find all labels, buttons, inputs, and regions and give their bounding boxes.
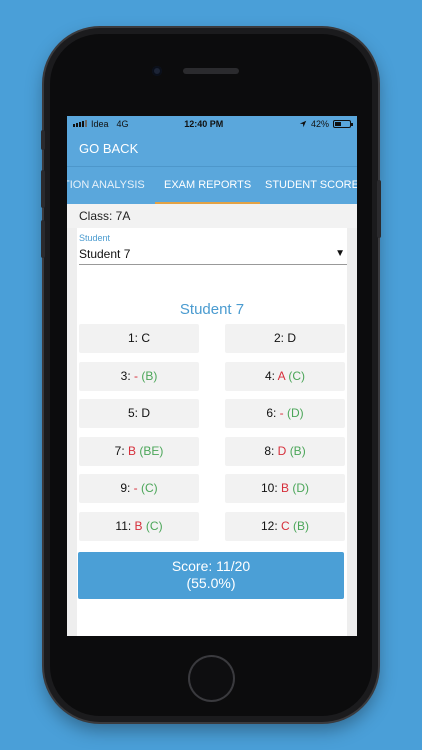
given-answer: C [281,518,290,533]
score-value: Score: 11/20 [171,558,251,574]
student-field-label: Student [79,233,111,243]
answer-item: 3: - (B) [79,361,199,391]
home-button[interactable] [188,655,235,702]
score-percent: (55.0%) [186,575,236,591]
given-answer: - [133,481,138,495]
given-answer: - [279,406,284,420]
tab-exam-reports[interactable]: EXAM REPORTS [155,167,261,204]
question-number: 5: [127,406,138,420]
answer-item: 7: B (BE) [79,436,199,466]
dropdown-triangle-icon: ▼ [335,248,345,259]
question-number: 11: [115,518,132,533]
answer-item: 8: D (B) [225,436,345,466]
go-back-button[interactable]: GO BACK [79,141,138,156]
front-camera-icon [152,66,162,76]
signal-icon [73,120,87,127]
given-answer: A [277,368,285,383]
student-select[interactable]: Student 7 ▼ [79,243,347,265]
given-answer: B [134,518,143,533]
correct-answer: (D) [287,406,304,420]
report-content: Class: 7A Student Student 7 ▼ Student 7 … [67,204,357,636]
question-number: 7: [114,443,125,458]
correct-answer: (B) [289,443,306,458]
question-number: 2: [273,331,284,345]
given-answer: C [141,331,151,345]
tab-student-scores[interactable]: STUDENT SCORES [265,167,357,204]
correct-answer: (C) [141,481,158,495]
given-answer: D [287,331,297,345]
answer-item: 1: C [79,324,199,353]
question-number: 8: [264,443,275,458]
given-answer: D [277,443,287,458]
answer-item: 4: A (C) [225,361,345,391]
correct-answer: (B) [293,518,310,533]
question-number: 4: [264,368,275,383]
question-number: 6: [266,406,277,420]
tab-question-analysis[interactable]: TION ANALYSIS [67,167,145,204]
question-number: 12: [260,518,278,533]
question-number: 9: [120,481,131,495]
battery-icon [333,119,353,128]
correct-answer: (C) [145,518,163,533]
earpiece-speaker [183,68,239,74]
battery-percent: 42% [310,118,329,129]
question-number: 10: [260,481,278,495]
clock: 12:40 PM [184,118,224,129]
carrier-name: Idea [91,118,109,129]
given-answer: B [281,481,290,495]
answer-item: 6: - (D) [225,399,345,428]
score-summary[interactable]: Score: 11/20 (55.0%) [78,552,344,599]
answer-item: 9: - (C) [79,474,199,503]
answer-item: 5: D [79,399,199,428]
network-type: 4G [116,118,129,129]
volume-up-button [41,170,45,208]
volume-down-button [41,220,45,258]
location-arrow-icon [299,120,307,127]
correct-answer: (B) [141,368,158,383]
answer-item: 10: B (D) [225,474,345,503]
status-bar: Idea 4G 12:40 PM 42% [67,116,357,131]
question-number: 3: [120,368,131,383]
student-select-value: Student 7 [79,246,131,261]
answer-item: 12: C (B) [225,511,345,541]
student-name-heading: Student 7 [179,301,245,318]
correct-answer: (C) [288,368,306,383]
answer-item: 11: B (C) [79,511,199,541]
app-screen: Idea 4G 12:40 PM 42% GO BACK TION ANALYS… [67,116,357,636]
tab-bar: TION ANALYSIS EXAM REPORTS STUDENT SCORE… [67,166,357,204]
given-answer: - [134,368,138,383]
class-label: Class: 7A [67,204,357,228]
correct-answer: (BE) [139,443,164,458]
mute-switch [41,130,45,150]
correct-answer: (D) [292,481,310,495]
power-button [377,180,381,238]
answer-item: 2: D [225,324,345,353]
given-answer: B [128,443,137,458]
question-number: 1: [127,331,138,345]
given-answer: D [141,406,151,420]
student-field: Student Student 7 ▼ [77,228,347,265]
navigation-bar: GO BACK [67,131,357,166]
